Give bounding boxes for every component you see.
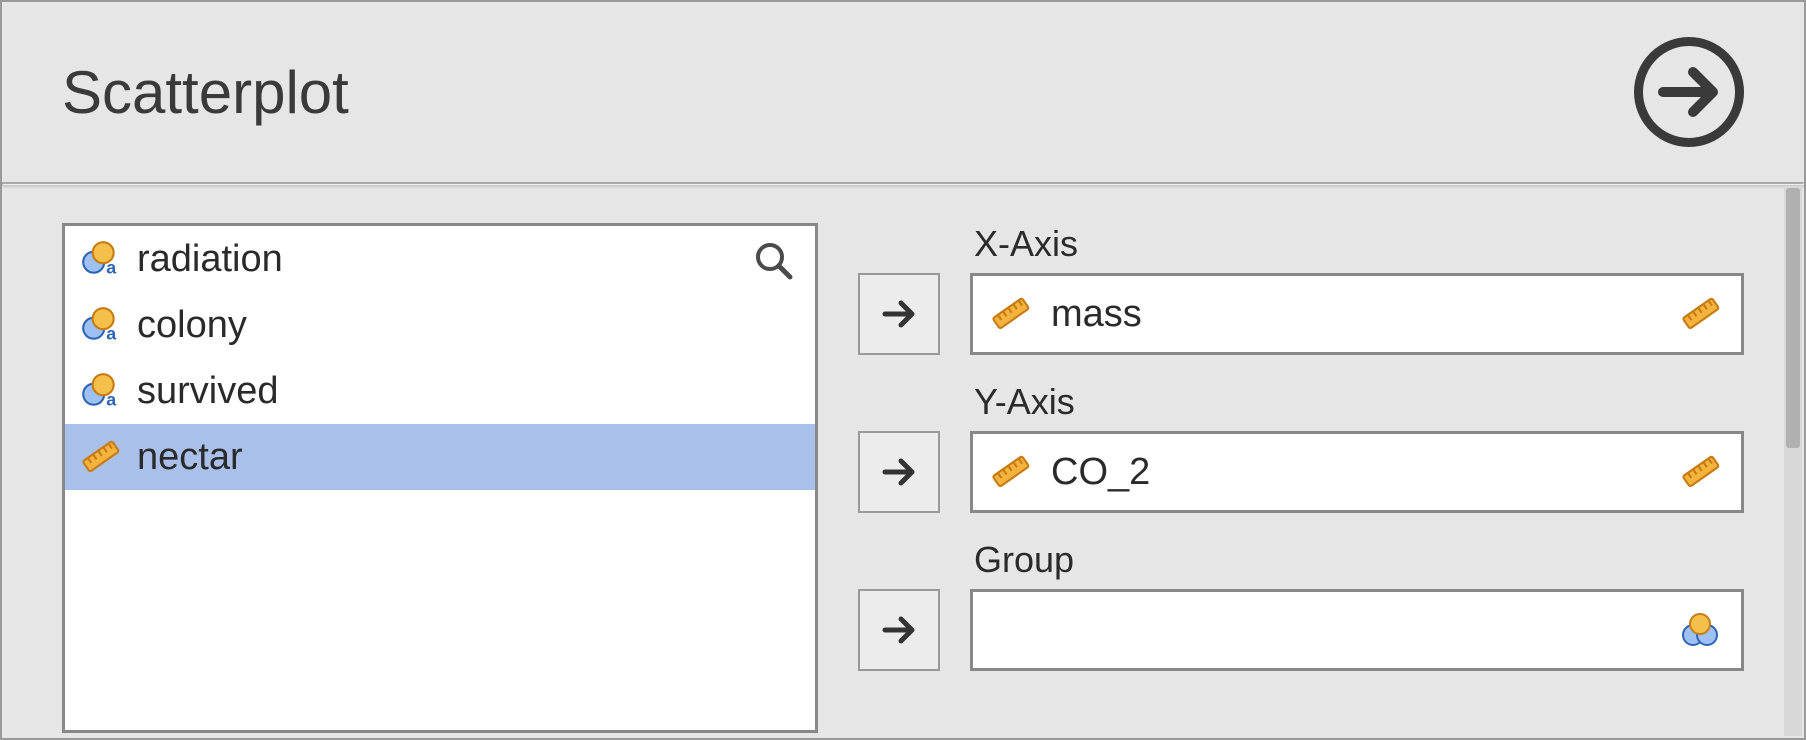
assign-x-button[interactable]	[858, 273, 940, 355]
assignment-column: X-Axis mass Y-Axis	[858, 223, 1744, 671]
group-block: Group	[858, 539, 1744, 671]
variable-label: colony	[137, 304, 247, 347]
variable-label: survived	[137, 370, 279, 413]
nominal-icon	[79, 304, 121, 346]
scale-icon	[989, 293, 1031, 335]
scrollbar-thumb[interactable]	[1786, 188, 1800, 448]
scale-icon	[1679, 451, 1721, 493]
variable-item[interactable]: radiation	[65, 226, 815, 292]
x-axis-block: X-Axis mass	[858, 223, 1744, 355]
y-axis-label: Y-Axis	[970, 381, 1744, 423]
scale-icon	[1679, 293, 1721, 335]
run-button[interactable]	[1634, 37, 1744, 147]
arrow-right-icon	[1653, 56, 1725, 128]
x-axis-value: mass	[1051, 293, 1142, 336]
group-label: Group	[970, 539, 1744, 581]
arrow-right-icon	[879, 452, 919, 492]
dialog-body: radiation colony survived nectar	[2, 185, 1804, 737]
assign-y-button[interactable]	[858, 431, 940, 513]
variable-item[interactable]: survived	[65, 358, 815, 424]
dialog-title: Scatterplot	[62, 58, 349, 127]
arrow-right-icon	[879, 294, 919, 334]
variable-list[interactable]: radiation colony survived nectar	[62, 223, 818, 733]
variable-label: radiation	[137, 238, 283, 281]
search-icon[interactable]	[753, 240, 795, 282]
x-axis-label: X-Axis	[970, 223, 1744, 265]
variable-item[interactable]: nectar	[65, 424, 815, 490]
nominal-icon	[1679, 609, 1721, 651]
nominal-icon	[79, 370, 121, 412]
vertical-scrollbar[interactable]	[1784, 186, 1802, 736]
variable-label: nectar	[137, 436, 243, 479]
scale-icon	[79, 436, 121, 478]
dialog-header: Scatterplot	[2, 2, 1804, 182]
arrow-right-icon	[879, 610, 919, 650]
group-slot[interactable]	[970, 589, 1744, 671]
nominal-icon	[79, 238, 121, 280]
assign-group-button[interactable]	[858, 589, 940, 671]
x-axis-slot[interactable]: mass	[970, 273, 1744, 355]
scale-icon	[989, 451, 1031, 493]
y-axis-value: CO_2	[1051, 451, 1150, 494]
y-axis-block: Y-Axis CO_2	[858, 381, 1744, 513]
variable-item[interactable]: colony	[65, 292, 815, 358]
y-axis-slot[interactable]: CO_2	[970, 431, 1744, 513]
dialog-scatterplot: Scatterplot radiation colony survived	[0, 0, 1806, 740]
